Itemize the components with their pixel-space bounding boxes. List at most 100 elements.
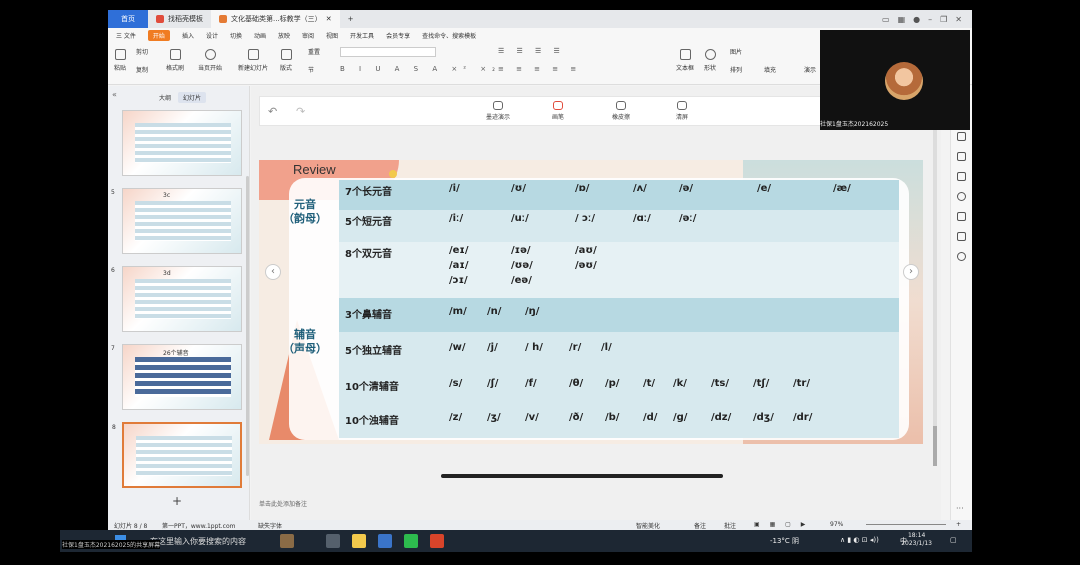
slide-canvas[interactable]: Review 元音 （韵母） 辅音 （声母） 7个长元音 /i/ /ʊ/ /ɒ/… xyxy=(259,160,923,444)
menu-insert[interactable]: 插入 xyxy=(182,31,194,40)
tab-template[interactable]: 找稻壳模板 xyxy=(148,10,211,28)
close-window-icon[interactable]: ✕ xyxy=(955,15,962,24)
comments-button[interactable]: 批注 xyxy=(724,521,736,530)
new-tab-button[interactable]: + xyxy=(340,10,362,28)
clock[interactable]: 18:14 2023/1/13 xyxy=(901,532,932,548)
eraser-tool[interactable]: 橡皮擦 xyxy=(612,101,630,121)
undo-icon[interactable]: ↶ xyxy=(268,105,277,118)
copy-button[interactable]: 复制 xyxy=(136,65,148,74)
zoom-in-icon[interactable]: + xyxy=(956,521,961,528)
menu-view[interactable]: 视图 xyxy=(326,31,338,40)
menu-design[interactable]: 设计 xyxy=(206,31,218,40)
align-row[interactable]: ≡ ≡ ≡ ≡ ≡ xyxy=(498,65,581,73)
slide-thumbnail-selected[interactable]: 8 xyxy=(112,422,242,488)
tab-slides[interactable]: 幻灯片 xyxy=(178,92,207,103)
layout-icon[interactable]: ▭ xyxy=(882,15,890,24)
new-slide-button[interactable]: 新建幻灯片 xyxy=(238,49,268,72)
weather[interactable]: -13°C 阴 xyxy=(770,536,799,546)
redo-icon[interactable]: ↷ xyxy=(296,105,305,118)
location-icon[interactable] xyxy=(957,192,966,201)
cut-button[interactable]: 剪切 xyxy=(136,47,148,56)
zoom-level[interactable]: 97% xyxy=(830,521,843,528)
wechat-icon[interactable] xyxy=(404,534,418,548)
slide-thumbnail[interactable]: 5 3c xyxy=(111,188,242,254)
paste-button[interactable]: 粘贴 xyxy=(114,49,126,72)
cube-icon[interactable] xyxy=(957,232,966,241)
next-slide-icon[interactable]: › xyxy=(903,264,919,280)
slide-thumbnail[interactable] xyxy=(122,110,242,176)
font-select[interactable] xyxy=(340,47,436,57)
slide-thumbnail[interactable]: 7 26个辅音 xyxy=(111,344,242,410)
table-row: 3个鼻辅音 /m/ /n/ /ŋ/ xyxy=(339,298,899,332)
font-format-row[interactable]: B I U A S A ×² ×₂ xyxy=(340,65,501,73)
close-icon[interactable]: ✕ xyxy=(326,15,332,23)
table-cell: /ð/ xyxy=(569,412,584,423)
notes-button[interactable]: 备注 xyxy=(694,521,706,530)
notification-icon[interactable]: ▢ xyxy=(950,536,957,544)
tab-home[interactable]: 首页 xyxy=(108,10,148,28)
prev-slide-icon[interactable]: ‹ xyxy=(265,264,281,280)
app-icon[interactable] xyxy=(280,534,294,548)
missing-font-button[interactable]: 缺失字体 xyxy=(258,521,282,530)
picture-button[interactable]: 图片 xyxy=(730,47,742,56)
menu-home[interactable]: 开始 xyxy=(147,30,170,41)
notes-placeholder[interactable]: 单击此处添加备注 xyxy=(259,499,307,508)
section-button[interactable]: 节 xyxy=(308,65,314,74)
tab-document[interactable]: 文化基础类第...标教学（三） ✕ xyxy=(211,10,340,28)
paragraph-row[interactable]: ☰ ☰ ☰ ☰ xyxy=(498,47,565,55)
reset-button[interactable]: 重置 xyxy=(308,47,320,56)
file-explorer-icon[interactable] xyxy=(352,534,366,548)
menu-member[interactable]: 会员专享 xyxy=(386,31,410,40)
pen-tool[interactable]: 画笔 xyxy=(552,101,564,121)
task-view-icon[interactable] xyxy=(326,534,340,548)
arrange-button[interactable]: 排列 xyxy=(730,65,742,74)
smart-beautify-button[interactable]: 智能美化 xyxy=(636,521,660,530)
present-button[interactable]: 演示 xyxy=(804,65,816,74)
book-icon[interactable] xyxy=(957,212,966,221)
format-painter-button[interactable]: 格式刷 xyxy=(166,49,184,72)
slide-editor: ↶ ↷ 墨迹演示 画笔 橡皮擦 清屏 Review 元音 （韵母） 辅音 （声母… xyxy=(251,86,941,520)
copy-icon[interactable] xyxy=(957,152,966,161)
menu-transition[interactable]: 切换 xyxy=(230,31,242,40)
menu-file[interactable]: 三 文件 xyxy=(116,31,136,40)
ink-demo-tool[interactable]: 墨迹演示 xyxy=(486,101,510,121)
menu-developer[interactable]: 开发工具 xyxy=(350,31,374,40)
grid-icon[interactable]: ▦ xyxy=(898,15,906,24)
tab-outline[interactable]: 大纲 xyxy=(154,92,176,103)
menu-slideshow[interactable]: 放映 xyxy=(278,31,290,40)
command-search[interactable]: 查找命令、搜索模板 xyxy=(422,31,476,40)
view-buttons[interactable]: ▣ ▦ ▢ ▶ xyxy=(754,521,809,528)
minimize-icon[interactable]: – xyxy=(928,15,932,24)
shape-button[interactable]: 形状 xyxy=(704,49,716,72)
play-icon xyxy=(204,49,216,60)
tray-icons[interactable]: ∧ ▮ ◐ ⊡ ◂)) xyxy=(840,536,879,544)
menu-animation[interactable]: 动画 xyxy=(254,31,266,40)
tab-bar: 首页 找稻壳模板 文化基础类第...标教学（三） ✕ + ▭ ▦ ● – ❐ ✕ xyxy=(108,10,972,28)
right-toolbar: ··· xyxy=(950,86,972,520)
vertical-scrollbar[interactable] xyxy=(933,126,937,466)
play-from-current-button[interactable]: 当页开始 xyxy=(198,49,222,72)
star-icon[interactable] xyxy=(957,132,966,141)
fill-button[interactable]: 填充 xyxy=(764,65,776,74)
add-slide-button[interactable]: + xyxy=(172,494,182,508)
video-progress-bar xyxy=(441,474,723,478)
daoke-icon xyxy=(156,15,164,23)
more-icon[interactable]: ··· xyxy=(956,504,964,513)
taskbar-search[interactable]: 在这里输入你要搜索的内容 xyxy=(150,536,246,547)
help-icon[interactable] xyxy=(957,252,966,261)
slide-thumbnail[interactable]: 6 3d xyxy=(111,266,242,332)
wps-icon[interactable] xyxy=(430,534,444,548)
panel-scrollbar[interactable] xyxy=(246,176,249,476)
image-icon[interactable] xyxy=(957,172,966,181)
avatar[interactable]: ● xyxy=(913,15,920,24)
clear-screen-tool[interactable]: 清屏 xyxy=(676,101,688,121)
menu-review[interactable]: 审阅 xyxy=(302,31,314,40)
app-icon[interactable] xyxy=(378,534,392,548)
layout-button[interactable]: 版式 xyxy=(280,49,292,72)
zoom-slider[interactable] xyxy=(866,524,946,525)
scroll-thumb[interactable] xyxy=(933,426,937,466)
textbox-button[interactable]: 文本框 xyxy=(676,49,694,72)
table-cell: /d/ xyxy=(643,412,658,423)
eraser-icon xyxy=(616,101,626,110)
restore-icon[interactable]: ❐ xyxy=(940,15,947,24)
